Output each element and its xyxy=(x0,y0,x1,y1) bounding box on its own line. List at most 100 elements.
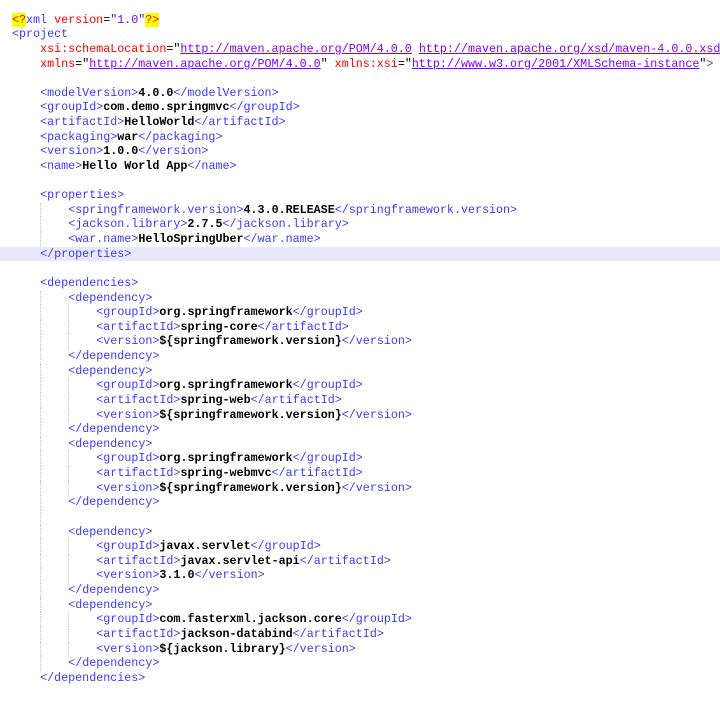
element-text: javax.servlet xyxy=(159,539,251,554)
xml-tag: </artifactId> xyxy=(271,466,363,481)
code-line[interactable]: <dependency> xyxy=(0,597,720,613)
attribute-url[interactable]: http://maven.apache.org/POM/4.0.0 xyxy=(180,42,411,56)
code-line[interactable]: <modelVersion>4.0.0</modelVersion> xyxy=(0,86,720,101)
xml-tag: </properties> xyxy=(40,246,132,261)
code-line[interactable]: <artifactId>HelloWorld</artifactId> xyxy=(0,115,720,130)
xml-tag: </version> xyxy=(341,334,412,349)
indent-guide xyxy=(68,612,96,627)
xml-tag: </groupId> xyxy=(292,378,363,393)
code-line[interactable]: </dependency> xyxy=(0,422,720,437)
code-line[interactable]: </dependencies> xyxy=(0,671,720,686)
code-line[interactable]: <dependencies> xyxy=(0,276,720,291)
xml-tag: <dependency> xyxy=(68,524,153,539)
code-line[interactable]: <version>${jackson.library}</version> xyxy=(0,641,720,657)
code-line[interactable]: <project xyxy=(0,27,720,42)
code-line[interactable]: <packaging>war</packaging> xyxy=(0,130,720,145)
code-line[interactable]: </dependency> xyxy=(0,583,720,598)
code-line[interactable]: xmlns="http://maven.apache.org/POM/4.0.0… xyxy=(0,57,720,72)
code-line[interactable]: <artifactId>jackson-databind</artifactId… xyxy=(0,626,720,642)
code-line[interactable]: <dependency> xyxy=(0,436,720,452)
xml-tag: <groupId> xyxy=(96,612,160,627)
code-line[interactable]: <springframework.version>4.3.0.RELEASE</… xyxy=(0,202,720,218)
code-line[interactable]: <groupId>org.springframework</groupId> xyxy=(0,305,720,320)
code-line[interactable]: <version>1.0.0</version> xyxy=(0,144,720,159)
code-line[interactable]: </dependency> xyxy=(0,495,720,510)
code-line[interactable]: <dependency> xyxy=(0,290,720,306)
indent-guide xyxy=(40,524,68,540)
code-line[interactable]: <artifactId>javax.servlet-api</artifactI… xyxy=(0,553,720,569)
xml-tag: <artifactId> xyxy=(96,392,181,407)
code-line[interactable]: <version>3.1.0</version> xyxy=(0,568,720,584)
code-line[interactable] xyxy=(0,71,720,86)
element-text: 4.3.0.RELEASE xyxy=(243,202,335,217)
code-line[interactable]: <?xml version="1.0"?> xyxy=(0,12,720,28)
indent-guide xyxy=(40,349,68,364)
element-text: spring-webmvc xyxy=(180,466,272,481)
element-text: Hello World App xyxy=(82,158,188,173)
element-text: ${springframework.version} xyxy=(159,480,342,495)
code-line[interactable]: <dependency> xyxy=(0,363,720,379)
xml-tag: <version> xyxy=(96,407,160,422)
code-line[interactable]: <properties> xyxy=(0,188,720,203)
element-text: war xyxy=(117,129,139,144)
xml-tag: </dependency> xyxy=(68,583,160,598)
code-line[interactable]: <dependency> xyxy=(0,524,720,540)
xml-tag: </dependency> xyxy=(68,656,160,671)
xml-attribute-name: xsi:schemaLocation xyxy=(40,41,167,56)
xml-attribute-name: xmlns xyxy=(40,56,76,71)
code-line[interactable]: <name>Hello World App</name> xyxy=(0,159,720,174)
code-line[interactable]: <jackson.library>2.7.5</jackson.library> xyxy=(0,217,720,233)
code-line[interactable]: </dependency> xyxy=(0,656,720,671)
xml-tag: <dependencies> xyxy=(40,275,139,290)
xml-tag: </version> xyxy=(341,407,412,422)
code-line[interactable]: xsi:schemaLocation="http://maven.apache.… xyxy=(0,42,720,57)
code-line[interactable] xyxy=(0,509,720,525)
code-line[interactable]: <groupId>javax.servlet</groupId> xyxy=(0,539,720,554)
code-line[interactable]: <artifactId>spring-webmvc</artifactId> xyxy=(0,466,720,481)
code-line[interactable]: <war.name>HelloSpringUber</war.name> xyxy=(0,232,720,247)
xml-attribute-name: xmlns:xsi xyxy=(327,56,398,71)
attribute-url[interactable]: http://maven.apache.org/xsd/maven-4.0.0.… xyxy=(419,42,720,56)
code-line[interactable]: <groupId>org.springframework</groupId> xyxy=(0,451,720,467)
code-line[interactable]: <groupId>org.springframework</groupId> xyxy=(0,378,720,393)
xml-tag: </name> xyxy=(187,158,237,173)
code-line[interactable]: <version>${springframework.version}</ver… xyxy=(0,334,720,350)
code-line[interactable]: <artifactId>spring-web</artifactId> xyxy=(0,392,720,408)
xml-tag: </version> xyxy=(341,480,412,495)
code-line[interactable]: <version>${springframework.version}</ver… xyxy=(0,480,720,496)
code-line[interactable]: <groupId>com.demo.springmvc</groupId> xyxy=(0,100,720,115)
attribute-url[interactable]: http://www.w3.org/2001/XMLSchema-instanc… xyxy=(412,57,700,71)
xml-tag: <dependency> xyxy=(68,436,153,451)
code-line[interactable]: <artifactId>spring-core</artifactId> xyxy=(0,319,720,335)
element-text: 1.0.0 xyxy=(103,144,139,159)
xml-tag: <artifactId> xyxy=(96,626,181,641)
indent-guide xyxy=(40,597,68,613)
code-line[interactable] xyxy=(0,174,720,189)
indent-guide xyxy=(40,305,68,320)
xml-tag: </war.name> xyxy=(243,232,321,247)
xml-editor[interactable]: <?xml version="1.0"?> <project xsi:schemaL… xyxy=(0,12,720,686)
code-line[interactable]: </dependency> xyxy=(0,349,720,364)
xml-declaration-marker: ?> xyxy=(145,12,160,27)
xml-tag: <groupId> xyxy=(96,378,160,393)
element-text: spring-core xyxy=(180,319,258,334)
indent-guide xyxy=(40,553,68,569)
xml-tag: </springframework.version> xyxy=(334,202,518,217)
code-line[interactable]: <version>${springframework.version}</ver… xyxy=(0,407,720,423)
code-line[interactable]: <groupId>com.fasterxml.jackson.core</gro… xyxy=(0,612,720,627)
xml-tag: <artifactId> xyxy=(40,115,125,130)
code-line[interactable] xyxy=(0,261,720,276)
current-line[interactable]: </properties> xyxy=(0,246,720,262)
attribute-url[interactable]: http://maven.apache.org/POM/4.0.0 xyxy=(89,57,320,71)
